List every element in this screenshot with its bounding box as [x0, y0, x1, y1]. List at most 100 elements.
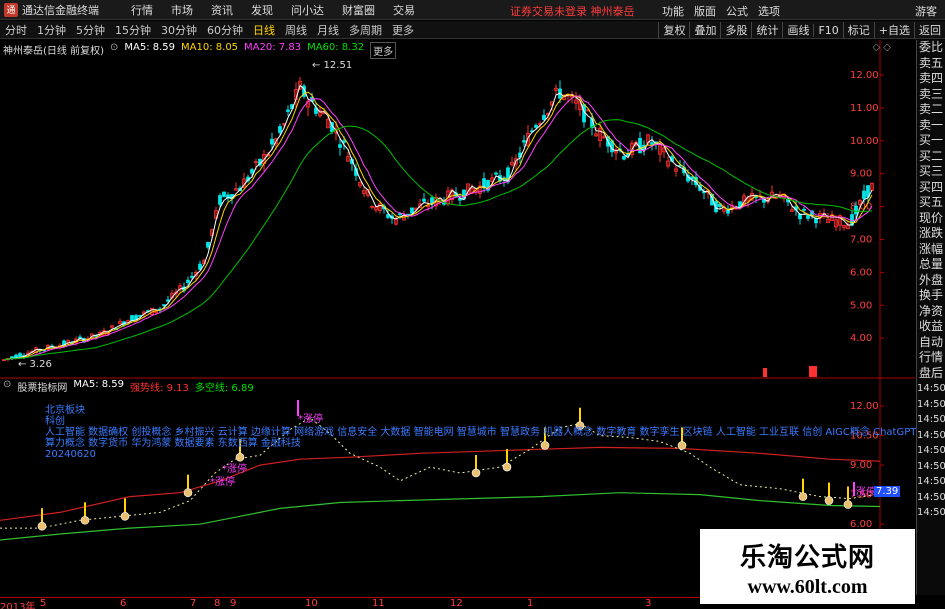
- guest-label[interactable]: 游客: [915, 3, 937, 19]
- chart-canvas[interactable]: 12.0011.0010.009.008.007.006.005.004.001…: [0, 40, 915, 595]
- period-tab[interactable]: 多周期: [344, 22, 387, 38]
- period-tab[interactable]: 30分钟: [156, 22, 202, 38]
- draw-line-button[interactable]: 画线: [782, 22, 813, 38]
- date-tick-label: 11: [372, 598, 385, 609]
- sub-ma5-label: MA5: 8.59: [73, 379, 125, 390]
- side-panel-item[interactable]: 卖一: [917, 118, 945, 134]
- side-panel-item[interactable]: 换手: [917, 288, 945, 304]
- side-panel-item[interactable]: 委比: [917, 40, 945, 56]
- candle-body: [806, 215, 810, 219]
- menu-item-market[interactable]: 行情: [122, 2, 162, 18]
- diamond-icon[interactable]: ◇ ◇: [872, 42, 891, 53]
- side-panel-item[interactable]: 买四: [917, 180, 945, 196]
- side-panel-item[interactable]: 买五: [917, 195, 945, 211]
- statistics-button[interactable]: 统计: [751, 22, 782, 38]
- strong-line-label: 强势线: 9.13: [130, 383, 189, 394]
- period-tab[interactable]: 周线: [280, 22, 312, 38]
- ma10-label: MA10: 8.05: [181, 42, 239, 53]
- settings-icon[interactable]: ⊙: [110, 42, 118, 59]
- side-panel-item[interactable]: 总量: [917, 257, 945, 273]
- f10-button[interactable]: F10: [813, 23, 842, 37]
- side-panel-item[interactable]: 行情: [917, 350, 945, 366]
- stock-label: 神州泰岳(日线 前复权): [3, 46, 104, 57]
- side-panel-item[interactable]: 卖四: [917, 71, 945, 87]
- period-tab[interactable]: 60分钟: [202, 22, 248, 38]
- period-tab[interactable]: 5分钟: [71, 22, 110, 38]
- side-panel-item[interactable]: 14:50: [917, 490, 945, 506]
- side-panel-item[interactable]: 现价: [917, 211, 945, 227]
- limit-up-signal: *涨停: [222, 464, 247, 475]
- menu-item-trade[interactable]: 交易: [384, 2, 424, 18]
- side-panel-item[interactable]: 外盘: [917, 273, 945, 289]
- period-tab[interactable]: 1分钟: [32, 22, 71, 38]
- side-panel-item[interactable]: 卖三: [917, 87, 945, 103]
- price-tick-label: 4.00: [850, 333, 872, 344]
- side-panel-item[interactable]: 涨跌: [917, 226, 945, 242]
- menu-item-formula[interactable]: 公式: [726, 3, 748, 19]
- price-tick-label: 7.00: [850, 235, 872, 246]
- period-tab[interactable]: 分时: [0, 22, 32, 38]
- menu-item-markets[interactable]: 市场: [162, 2, 202, 18]
- side-panel-item[interactable]: 14:50: [917, 459, 945, 475]
- candle-body: [186, 279, 190, 284]
- side-panel-item[interactable]: 涨幅: [917, 242, 945, 258]
- side-panel-item[interactable]: 卖五: [917, 56, 945, 72]
- login-alert[interactable]: 证券交易未登录 神州泰岳: [510, 3, 635, 19]
- date-tick-label: 6: [120, 598, 127, 609]
- period-tab[interactable]: 15分钟: [110, 22, 156, 38]
- mark-button[interactable]: 标记: [842, 22, 874, 38]
- concept-list: 北京板块 科创 人工智能 数据确权 创投概念 乡村振兴 云计算 边缘计算 网络游…: [45, 405, 926, 460]
- menu-item-news[interactable]: 资讯: [202, 2, 242, 18]
- candle-body: [222, 191, 226, 197]
- side-panel-item[interactable]: 自动: [917, 335, 945, 351]
- side-panel-item[interactable]: 卖二: [917, 102, 945, 118]
- side-panel-item[interactable]: 14:50: [917, 443, 945, 459]
- candle-body: [398, 213, 402, 216]
- candle-body: [410, 207, 414, 214]
- price-tick-label: 9.00: [850, 169, 872, 180]
- date-tick-label: 7: [190, 598, 197, 609]
- menu-item-discover[interactable]: 发现: [242, 2, 282, 18]
- side-panel-item[interactable]: 盘后: [917, 366, 945, 382]
- candle-body: [814, 218, 818, 224]
- multi-stock-button[interactable]: 多股: [720, 22, 751, 38]
- candle-body: [534, 125, 538, 128]
- overlay-button[interactable]: 叠加: [689, 22, 720, 38]
- side-panel-item[interactable]: 14:50: [917, 397, 945, 413]
- add-watchlist-button[interactable]: +自选: [873, 22, 914, 38]
- last-value-tag: 7.39: [874, 486, 901, 497]
- side-panel-item[interactable]: 买三: [917, 164, 945, 180]
- money-bag-icon: [80, 515, 90, 525]
- settings-icon[interactable]: ⊙: [3, 379, 11, 394]
- volume-marker: [809, 366, 817, 377]
- period-tab-more[interactable]: 更多: [387, 22, 419, 38]
- date-tick-label: 3: [645, 598, 652, 609]
- menu-item-wealth[interactable]: 财富圈: [333, 2, 384, 18]
- side-panel-item[interactable]: 14:50: [917, 412, 945, 428]
- side-panel-item[interactable]: 14:50: [917, 474, 945, 490]
- period-toolbar: 分时 1分钟 5分钟 15分钟 30分钟 60分钟 日线 周线 月线 多周期 更…: [0, 21, 945, 39]
- ma5-label: MA5: 8.59: [124, 42, 176, 53]
- candle-body: [802, 208, 806, 211]
- side-panel-item[interactable]: 14:50: [917, 381, 945, 397]
- side-panel-item[interactable]: 净资: [917, 304, 945, 320]
- price-tick-label: 10.00: [850, 136, 879, 147]
- adjust-button[interactable]: 复权: [658, 22, 689, 38]
- title-bar: 通 通达信金融终端 行情 市场 资讯 发现 问小达 财富圈 交易 证券交易未登录…: [0, 0, 945, 20]
- side-panel-item[interactable]: 买二: [917, 149, 945, 165]
- candle-body: [542, 114, 546, 120]
- menu-item-function[interactable]: 功能: [662, 3, 684, 19]
- side-panel-item[interactable]: 买一: [917, 133, 945, 149]
- back-button[interactable]: 返回: [914, 22, 945, 38]
- chart-area[interactable]: 12.00 11.00 10.00 9.00 8.00 7.00 6.00 5.00 4.00 1…: [0, 40, 926, 595]
- menu-item-assistant[interactable]: 问小达: [282, 2, 333, 18]
- menu-item-layout[interactable]: 版面: [694, 3, 716, 19]
- side-panel-item[interactable]: 14:50: [917, 505, 945, 521]
- period-tab-daily[interactable]: 日线: [248, 22, 280, 38]
- period-tab[interactable]: 月线: [312, 22, 344, 38]
- menu-item-options[interactable]: 选项: [758, 3, 780, 19]
- more-ma-button[interactable]: 更多: [370, 42, 397, 59]
- side-panel-item[interactable]: 收益: [917, 319, 945, 335]
- candle-body: [286, 109, 290, 112]
- side-panel-item[interactable]: 14:50: [917, 428, 945, 444]
